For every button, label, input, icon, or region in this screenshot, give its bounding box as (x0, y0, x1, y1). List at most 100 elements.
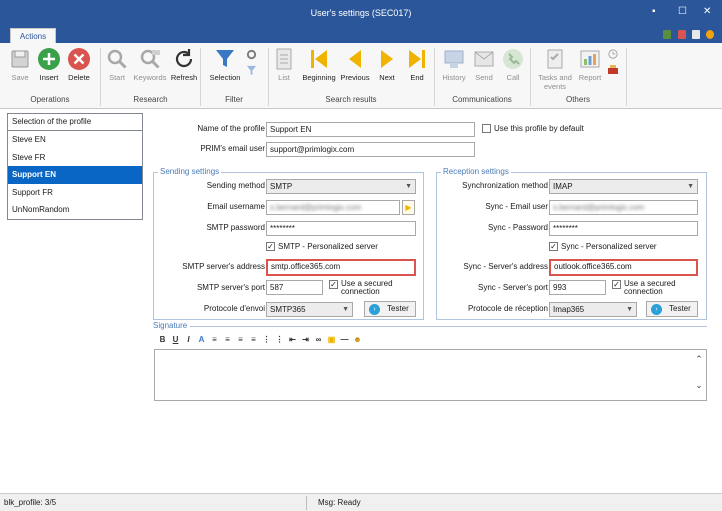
selection-button[interactable]: Selection (203, 47, 247, 82)
profile-name-field[interactable]: Support EN (266, 122, 475, 137)
sync-email-user-field[interactable]: s.bernard@primlogix.com (549, 200, 698, 215)
image-icon[interactable]: ▣ (326, 334, 337, 345)
call-label: Call (506, 73, 520, 82)
next-label: Next (379, 73, 395, 82)
sync-personalized-checkbox[interactable]: ✓ Sync - Personalized server (549, 242, 657, 252)
email-username-field[interactable]: s.bernard@primlogix.com (266, 200, 400, 215)
tab-actions[interactable]: Actions (10, 28, 56, 43)
filter-icon (216, 50, 234, 67)
research-group-label: Research (133, 95, 168, 104)
sync-port-field[interactable]: 993 (549, 280, 606, 295)
sending-tester-button[interactable]: › Tester (364, 301, 416, 317)
indent-icon[interactable]: ⇥ (300, 334, 311, 345)
justify-icon[interactable]: ≡ (248, 334, 259, 345)
signature-editor[interactable]: ⌃ ⌄ (154, 349, 707, 401)
align-center-icon[interactable]: ≡ (222, 334, 233, 345)
sync-method-value: IMAP (553, 182, 573, 191)
report-icon (580, 50, 600, 68)
signature-title: Signature (153, 321, 188, 330)
italic-icon[interactable]: I (183, 334, 194, 345)
link-icon[interactable]: ∞ (313, 334, 324, 345)
protocole-envoi-value: SMTP365 (270, 305, 306, 314)
filter-group-label: Filter (225, 95, 243, 104)
tasks-label-1: Tasks and (538, 73, 572, 82)
bullet-list-icon[interactable]: ⋮ (274, 334, 285, 345)
smtp-port-field[interactable]: 587 (266, 280, 323, 295)
reception-tester-button[interactable]: › Tester (646, 301, 698, 317)
maximize-button[interactable]: ☐ (678, 6, 687, 17)
filter-clear-icon[interactable] (246, 65, 257, 76)
align-right-icon[interactable]: ≡ (235, 334, 246, 345)
username-lookup-arrow-icon[interactable]: ▶ (402, 200, 415, 215)
signature-toolbar: B U I A ≡ ≡ ≡ ≡ ⋮ ⋮ ⇤ ⇥ ∞ ▣ — ☻ (157, 334, 365, 348)
refresh-label: Refresh (170, 73, 198, 82)
underline-icon[interactable]: U (170, 334, 181, 345)
close-button[interactable]: ✕ (703, 6, 711, 17)
sync-password-field[interactable]: ******** (549, 221, 698, 236)
chevron-down-icon: ▼ (687, 183, 694, 190)
call-button[interactable]: Call (491, 47, 535, 82)
smtp-personalized-checkbox[interactable]: ✓ SMTP - Personalized server (266, 242, 378, 252)
profile-item[interactable]: Steve FR (8, 149, 142, 167)
bold-icon[interactable]: B (157, 334, 168, 345)
smtp-password-label: SMTP password (206, 223, 265, 232)
report-button[interactable]: Report (568, 47, 612, 82)
profile-name-label: Name of the profile (197, 124, 265, 133)
first-record-icon (311, 50, 327, 68)
printer-icon[interactable] (607, 65, 619, 75)
smtp-secured-label-2: connection (341, 287, 380, 296)
refresh-icon (175, 49, 193, 68)
scroll-down-icon[interactable]: ⌄ (692, 380, 706, 391)
email-username-label: Email username (207, 202, 265, 211)
help-icon[interactable] (706, 30, 714, 39)
default-profile-checkbox[interactable]: Use this profile by default (482, 124, 584, 134)
numbered-list-icon[interactable]: ⋮ (261, 334, 272, 345)
sync-method-label: Synchronization method (462, 181, 548, 190)
signature-scrollbar[interactable]: ⌃ ⌄ (692, 350, 706, 400)
sync-server-field[interactable]: outlook.office365.com (549, 259, 698, 276)
sync-password-label: Sync - Password (487, 223, 548, 232)
status-bar: blk_profile: 3/5 Msg: Ready (0, 493, 722, 511)
tasks-icon (547, 49, 563, 69)
phone-call-icon (503, 49, 523, 69)
beginning-label: Beginning (302, 73, 336, 82)
scroll-up-icon[interactable]: ⌃ (692, 354, 706, 365)
list-label: List (278, 73, 290, 82)
email-field[interactable]: support@primlogix.com (266, 142, 475, 157)
profile-item[interactable]: Support FR (8, 184, 142, 202)
smtp-password-field[interactable]: ******** (266, 221, 416, 236)
smtp-personalized-label: SMTP - Personalized server (278, 242, 378, 251)
profile-item[interactable]: Steve EN (8, 131, 142, 149)
default-profile-label: Use this profile by default (494, 124, 584, 133)
search-results-group-label: Search results (325, 95, 377, 104)
group-separator (626, 48, 627, 106)
reception-tester-label: Tester (669, 304, 691, 313)
align-left-icon[interactable]: ≡ (209, 334, 220, 345)
sync-secured-checkbox[interactable]: ✓ Use a secured connection (612, 280, 676, 296)
sync-email-user-value: s.bernard@primlogix.com (553, 203, 645, 212)
outdent-icon[interactable]: ⇤ (287, 334, 298, 345)
smtp-server-field[interactable]: smtp.office365.com (266, 259, 416, 276)
font-color-icon[interactable]: A (196, 334, 207, 345)
sync-secured-label-2: connection (624, 287, 663, 296)
sync-port-label: Sync - Server's port (478, 283, 548, 292)
protocole-reception-select[interactable]: Imap365 ▼ (549, 302, 637, 317)
lock-icon[interactable] (691, 30, 700, 39)
protocole-envoi-label: Protocole d'envoi (203, 304, 265, 313)
smtp-secured-checkbox[interactable]: ✓ Use a secured connection (329, 280, 393, 296)
profile-list-header: Selection of the profile (8, 114, 142, 131)
phone-icon[interactable] (663, 30, 672, 39)
ribbon-tab-icons (659, 30, 714, 41)
sending-method-select[interactable]: SMTP ▼ (266, 179, 416, 194)
horizontal-rule-icon[interactable]: — (339, 334, 350, 345)
profile-item-selected[interactable]: Support EN (8, 166, 142, 184)
minimize-button[interactable]: ▪ (652, 6, 656, 17)
clock-icon[interactable] (608, 49, 618, 59)
flag-icon[interactable] (677, 30, 686, 39)
profile-item[interactable]: UnNomRandom (8, 201, 142, 219)
gear-icon[interactable] (246, 49, 257, 60)
sending-method-label: Sending method (206, 181, 265, 190)
user-icon[interactable]: ☻ (352, 334, 363, 345)
sync-method-select[interactable]: IMAP ▼ (549, 179, 698, 194)
protocole-envoi-select[interactable]: SMTP365 ▼ (266, 302, 353, 317)
